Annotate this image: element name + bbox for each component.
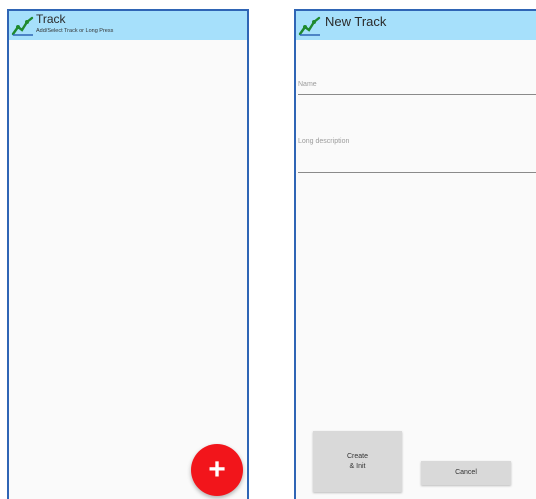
- track-list-screen: Track Add/Select Track or Long Press +: [7, 9, 249, 499]
- chart-line-icon: [11, 16, 34, 36]
- description-placeholder: Long description: [298, 138, 350, 145]
- cancel-button[interactable]: Cancel: [421, 461, 511, 485]
- add-icon: +: [208, 453, 226, 486]
- app-subtitle: Add/Select Track or Long Press: [36, 28, 114, 34]
- create-init-button[interactable]: Create & Init: [313, 431, 402, 492]
- chart-line-icon: [298, 16, 321, 36]
- new-track-screen: New Track Name Long description Create &…: [294, 9, 536, 499]
- app-title: Track: [36, 12, 66, 26]
- name-input[interactable]: Name: [298, 69, 536, 95]
- screen-title: New Track: [325, 14, 387, 29]
- description-input[interactable]: Long description: [298, 129, 536, 173]
- app-bar: Track Add/Select Track or Long Press: [9, 11, 247, 40]
- app-bar: New Track: [296, 11, 536, 40]
- name-placeholder: Name: [298, 81, 317, 88]
- add-track-button[interactable]: +: [191, 444, 243, 496]
